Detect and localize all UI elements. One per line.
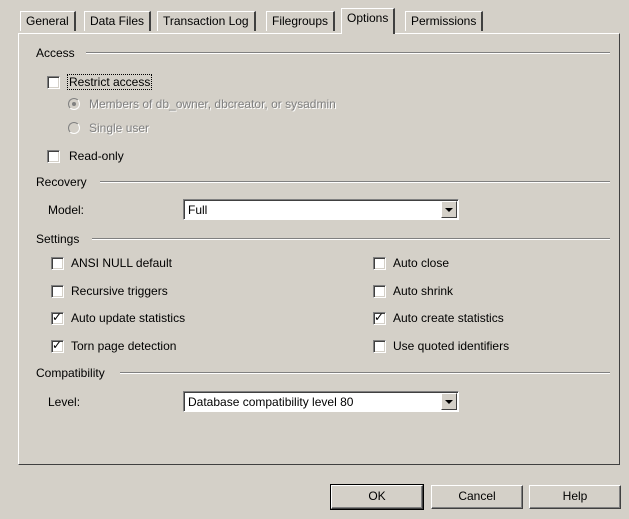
restrict-access-checkbox[interactable] xyxy=(47,76,60,89)
recovery-group-divider xyxy=(100,181,610,183)
auto-update-statistics-label[interactable]: Auto update statistics xyxy=(71,311,185,325)
chevron-down-icon[interactable] xyxy=(441,201,457,218)
auto-close-label[interactable]: Auto close xyxy=(393,256,449,270)
compatibility-group-title: Compatibility xyxy=(36,366,111,380)
model-label: Model: xyxy=(48,203,85,217)
use-quoted-identifiers-label[interactable]: Use quoted identifiers xyxy=(393,339,509,353)
ansi-null-default-checkbox[interactable] xyxy=(51,257,64,270)
recursive-triggers-checkbox[interactable] xyxy=(51,285,64,298)
compatibility-group-divider xyxy=(120,372,610,374)
auto-create-statistics-label[interactable]: Auto create statistics xyxy=(393,311,504,325)
auto-close-checkbox[interactable] xyxy=(373,257,386,270)
restrict-access-label[interactable]: Restrict access xyxy=(66,74,153,90)
auto-create-statistics-checkbox[interactable]: ✓ xyxy=(373,310,386,325)
help-button[interactable]: Help xyxy=(529,485,621,509)
members-radio[interactable] xyxy=(68,98,80,110)
recovery-model-value: Full xyxy=(188,203,208,217)
members-radio-label: Members of db_owner, dbcreator, or sysad… xyxy=(89,97,336,111)
read-only-label[interactable]: Read-only xyxy=(69,149,124,163)
single-user-radio[interactable] xyxy=(68,122,80,134)
auto-update-statistics-checkbox[interactable]: ✓ xyxy=(51,310,64,325)
read-only-checkbox[interactable] xyxy=(47,150,60,163)
chevron-down-icon[interactable] xyxy=(441,393,457,410)
use-quoted-identifiers-checkbox[interactable] xyxy=(373,340,386,353)
settings-group-title: Settings xyxy=(36,232,86,246)
auto-shrink-checkbox[interactable] xyxy=(373,285,386,298)
settings-group-divider xyxy=(92,238,610,240)
compatibility-level-select[interactable]: Database compatibility level 80 xyxy=(183,391,459,412)
access-group-title: Access xyxy=(36,46,81,60)
checkmark-icon: ✓ xyxy=(374,310,385,324)
ansi-null-default-label[interactable]: ANSI NULL default xyxy=(71,256,172,270)
recursive-triggers-label[interactable]: Recursive triggers xyxy=(71,284,168,298)
compatibility-level-value: Database compatibility level 80 xyxy=(188,395,354,409)
access-group-divider xyxy=(86,52,610,54)
auto-shrink-label[interactable]: Auto shrink xyxy=(393,284,453,298)
recovery-group-title: Recovery xyxy=(36,175,93,189)
cancel-button[interactable]: Cancel xyxy=(431,485,523,509)
checkmark-icon: ✓ xyxy=(52,338,63,352)
recovery-model-select[interactable]: Full xyxy=(183,199,459,220)
torn-page-detection-label[interactable]: Torn page detection xyxy=(71,339,176,353)
ok-button[interactable]: OK xyxy=(330,484,424,510)
single-user-radio-label: Single user xyxy=(89,121,150,135)
checkmark-icon: ✓ xyxy=(52,310,63,324)
level-label: Level: xyxy=(48,395,81,409)
torn-page-detection-checkbox[interactable]: ✓ xyxy=(51,338,64,353)
